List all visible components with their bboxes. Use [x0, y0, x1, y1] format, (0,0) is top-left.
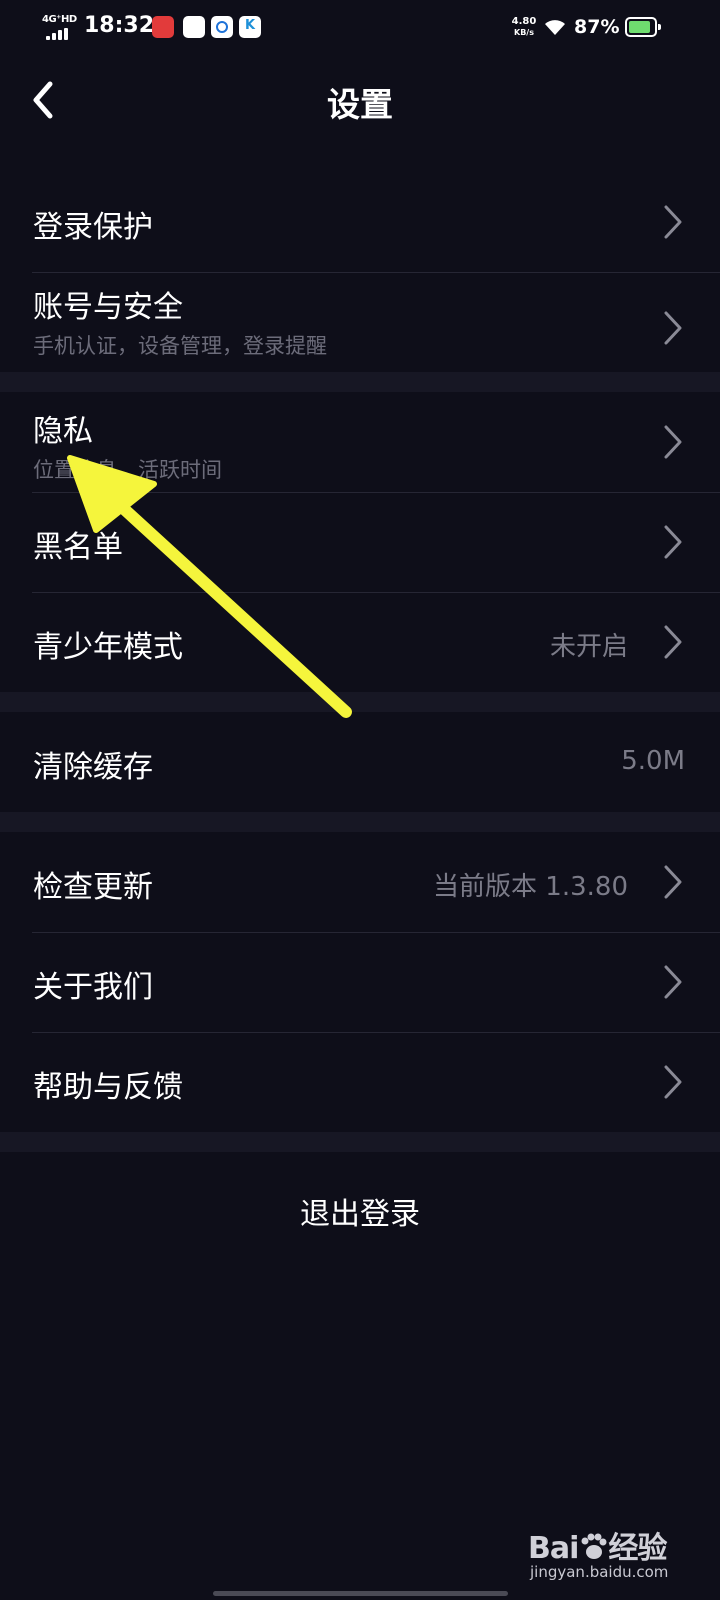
settings-item-help-feedback[interactable]: 帮助与反馈 — [0, 1032, 720, 1132]
watermark-logo-left: Bai — [528, 1531, 579, 1566]
watermark-url: jingyan.baidu.com — [530, 1563, 669, 1581]
settings-item-clear-cache[interactable]: 清除缓存 5.0M — [0, 712, 720, 812]
chevron-right-icon — [664, 525, 682, 559]
chevron-right-icon — [664, 965, 682, 999]
settings-item-blacklist[interactable]: 黑名单 — [0, 492, 720, 592]
battery-icon — [625, 17, 661, 37]
section-divider — [0, 812, 720, 832]
settings-item-login-protection[interactable]: 登录保护 — [0, 172, 720, 272]
settings-group: 检查更新 当前版本 1.3.80 关于我们 帮助与反馈 — [0, 832, 720, 1132]
app-notification-icon — [211, 16, 233, 38]
chevron-right-icon — [664, 425, 682, 459]
settings-item-label: 关于我们 — [33, 970, 153, 1005]
section-divider — [0, 692, 720, 712]
app-notification-icon — [239, 16, 261, 38]
settings-item-label: 账号与安全 — [33, 290, 183, 325]
settings-item-value: 未开启 — [549, 632, 628, 662]
settings-item-teen-mode[interactable]: 青少年模式 未开启 — [0, 592, 720, 692]
app-notification-icon — [152, 16, 174, 38]
settings-item-privacy[interactable]: 隐私 位置信息，活跃时间 — [0, 392, 720, 492]
watermark-logo: Bai 经验 — [528, 1523, 667, 1567]
baidu-jingyan-watermark: Bai 经验 jingyan.baidu.com — [528, 1523, 698, 1589]
wifi-icon — [545, 20, 565, 35]
battery-percent: 87% — [574, 16, 620, 38]
settings-item-account-security[interactable]: 账号与安全 手机认证，设备管理，登录提醒 — [0, 272, 720, 372]
chevron-right-icon — [664, 205, 682, 239]
logout-label: 退出登录 — [300, 1197, 420, 1232]
chevron-right-icon — [664, 1065, 682, 1099]
network-type: 4G⁺HD — [42, 14, 77, 25]
settings-item-label: 帮助与反馈 — [33, 1070, 183, 1105]
page-title: 设置 — [327, 85, 393, 124]
logout-button[interactable]: 退出登录 — [0, 1151, 720, 1261]
status-time: 18:32 — [84, 13, 155, 38]
network-speed-unit: KB/s — [514, 28, 534, 37]
chevron-right-icon — [664, 865, 682, 899]
settings-item-label: 黑名单 — [33, 530, 123, 565]
settings-item-label: 清除缓存 — [33, 750, 153, 785]
header: 设置 — [0, 60, 720, 140]
settings-item-about-us[interactable]: 关于我们 — [0, 932, 720, 1032]
watermark-logo-right: 经验 — [608, 1531, 667, 1566]
section-divider — [0, 1132, 720, 1152]
settings-item-label: 检查更新 — [33, 870, 153, 905]
network-speed-value: 4.80 — [511, 16, 537, 27]
chevron-right-icon — [664, 311, 682, 345]
settings-item-subtitle: 位置信息，活跃时间 — [33, 458, 222, 482]
settings-item-label: 青少年模式 — [33, 630, 183, 665]
chevron-right-icon — [664, 625, 682, 659]
settings-item-label: 登录保护 — [33, 210, 153, 245]
signal-icon: 4G⁺HD — [42, 14, 77, 40]
cache-size-value: 5.0M — [621, 746, 685, 776]
settings-group: 清除缓存 5.0M — [0, 712, 720, 812]
settings-list: 登录保护 账号与安全 手机认证，设备管理，登录提醒 隐私 位置信息，活跃时间 黑… — [0, 172, 720, 1152]
app-notification-icon — [183, 16, 205, 38]
section-divider — [0, 372, 720, 392]
app-version-value: 当前版本 1.3.80 — [433, 872, 628, 902]
settings-item-label: 隐私 — [33, 414, 93, 449]
home-indicator — [213, 1591, 508, 1596]
settings-item-subtitle: 手机认证，设备管理，登录提醒 — [33, 334, 327, 358]
battery-level — [629, 21, 650, 33]
paw-icon — [581, 1533, 607, 1559]
status-bar: 4G⁺HD 18:32 4.80 KB/s 87% — [0, 0, 720, 56]
settings-item-check-update[interactable]: 检查更新 当前版本 1.3.80 — [0, 832, 720, 932]
network-speed: 4.80 KB/s — [508, 16, 540, 38]
settings-group: 隐私 位置信息，活跃时间 黑名单 青少年模式 未开启 — [0, 392, 720, 692]
settings-group: 登录保护 账号与安全 手机认证，设备管理，登录提醒 — [0, 172, 720, 372]
